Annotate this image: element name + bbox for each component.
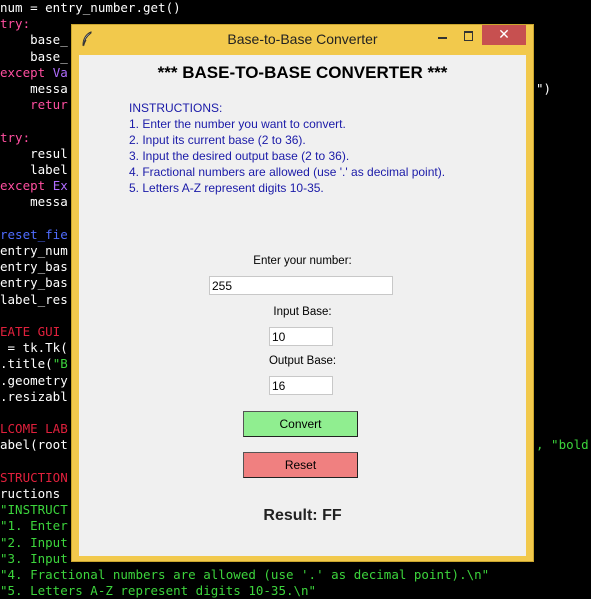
code-token: try: xyxy=(0,129,31,145)
code-line: label_res xyxy=(0,292,68,308)
instructions-block: INSTRUCTIONS: 1. Enter the number you wa… xyxy=(129,100,445,196)
code-token: entry_bas xyxy=(0,275,68,291)
app-client-area: *** BASE-TO-BASE CONVERTER *** INSTRUCTI… xyxy=(79,55,526,556)
code-token: messa xyxy=(0,81,68,96)
code-token: resul xyxy=(0,145,68,161)
code-token: base_ xyxy=(0,48,68,64)
code-line: ructions xyxy=(0,486,60,502)
code-line: .geometry xyxy=(0,373,68,389)
code-line: except Va xyxy=(0,65,68,81)
code-line: entry_bas xyxy=(0,275,68,291)
result-label: Result: FF xyxy=(263,507,342,524)
code-token: "INSTRUCT xyxy=(0,502,68,518)
close-button[interactable]: ✕ xyxy=(482,25,526,45)
converter-window: Base-to-Base Converter ✕ *** BASE-TO-BAS… xyxy=(71,24,534,562)
code-token: "5. Letters A-Z represent digits 10-35.\… xyxy=(0,583,317,599)
code-token: "1. Enter xyxy=(0,518,68,534)
instruction-line: 4. Fractional numbers are allowed (use '… xyxy=(129,165,446,179)
code-line: STRUCTION xyxy=(0,470,68,486)
code-line: messa xyxy=(0,194,68,210)
code-line: "INSTRUCT xyxy=(0,502,68,518)
code-token: base_ xyxy=(0,32,68,48)
output-base-input[interactable] xyxy=(269,376,333,395)
code-token: reset_fie xyxy=(0,226,68,242)
code-token: num = entry_number.get() xyxy=(0,0,181,15)
code-token: entry_num xyxy=(0,243,68,258)
code-token: "B xyxy=(52,356,68,372)
code-token: = tk.Tk( xyxy=(0,340,68,356)
code-token: messa xyxy=(0,194,68,210)
code-token: LCOME LAB xyxy=(0,421,68,437)
code-token: "4. Fractional numbers are allowed (use … xyxy=(0,567,490,582)
code-line: "4. Fractional numbers are allowed (use … xyxy=(0,567,489,583)
code-token: Ex xyxy=(52,178,68,194)
code-token: abel(root xyxy=(0,437,68,453)
code-token: try: xyxy=(0,16,31,32)
code-token: except xyxy=(0,178,53,194)
code-token: Va xyxy=(52,64,68,80)
code-line: "1. Enter xyxy=(0,518,68,534)
convert-button[interactable]: Convert xyxy=(243,411,358,437)
instruction-line: 3. Input the desired output base (2 to 3… xyxy=(129,149,350,163)
code-line: retur xyxy=(0,97,68,113)
code-line: try: xyxy=(0,130,30,146)
code-token: label_res xyxy=(0,291,68,307)
code-line: abel(root xyxy=(0,437,68,453)
reset-button[interactable]: Reset xyxy=(243,452,358,478)
output-base-label: Output Base: xyxy=(268,355,337,367)
maximize-button[interactable] xyxy=(456,25,482,46)
code-token: .resizabl xyxy=(0,388,68,404)
code-line: except Ex xyxy=(0,178,68,194)
code-line: LCOME LAB xyxy=(0,421,68,437)
input-base-input[interactable] xyxy=(269,327,333,346)
code-line: entry_bas xyxy=(0,259,68,275)
app-heading: *** BASE-TO-BASE CONVERTER *** xyxy=(157,63,448,82)
instruction-line: 5. Letters A-Z represent digits 10-35. xyxy=(129,181,324,195)
code-line: EATE GUI xyxy=(0,324,60,340)
window-titlebar[interactable]: Base-to-Base Converter ✕ xyxy=(72,25,533,53)
code-line-tail: , "bold xyxy=(536,437,589,453)
code-line: "2. Input xyxy=(0,535,68,551)
code-token: except xyxy=(0,64,53,80)
code-token: .geometry xyxy=(0,372,68,388)
code-line: reset_fie xyxy=(0,227,68,243)
code-line: "5. Letters A-Z represent digits 10-35.\… xyxy=(0,583,316,599)
code-line: try: xyxy=(0,16,30,32)
code-token: label xyxy=(0,162,68,177)
code-token: ructions xyxy=(0,486,61,501)
code-line: num = entry_number.get() xyxy=(0,0,181,16)
instruction-line: 1. Enter the number you want to convert. xyxy=(129,117,346,131)
code-line: entry_num xyxy=(0,243,68,259)
instruction-line: 2. Input its current base (2 to 36). xyxy=(129,133,306,147)
code-token: "3. Input xyxy=(0,550,68,566)
input-base-label: Input Base: xyxy=(273,306,332,318)
code-line: base_ xyxy=(0,32,68,48)
code-line: = tk.Tk( xyxy=(0,340,68,356)
code-line: .resizabl xyxy=(0,389,68,405)
code-line: label xyxy=(0,162,68,178)
instructions-title: INSTRUCTIONS: xyxy=(129,101,223,115)
number-input[interactable] xyxy=(209,276,393,295)
minimize-button[interactable] xyxy=(430,25,456,46)
code-token: STRUCTION xyxy=(0,469,68,485)
code-line: base_ xyxy=(0,49,68,65)
code-line: "3. Input xyxy=(0,551,68,567)
code-token: "2. Input xyxy=(0,534,68,550)
code-line: .title("B xyxy=(0,356,68,372)
code-line: resul xyxy=(0,146,68,162)
code-line: messa xyxy=(0,81,68,97)
code-token: retur xyxy=(0,97,68,113)
code-token: entry_bas xyxy=(0,259,68,275)
number-label: Enter your number: xyxy=(253,255,352,267)
code-token: .title( xyxy=(0,356,53,372)
code-line-tail: ") xyxy=(536,81,552,96)
code-token: EATE GUI xyxy=(0,324,61,339)
